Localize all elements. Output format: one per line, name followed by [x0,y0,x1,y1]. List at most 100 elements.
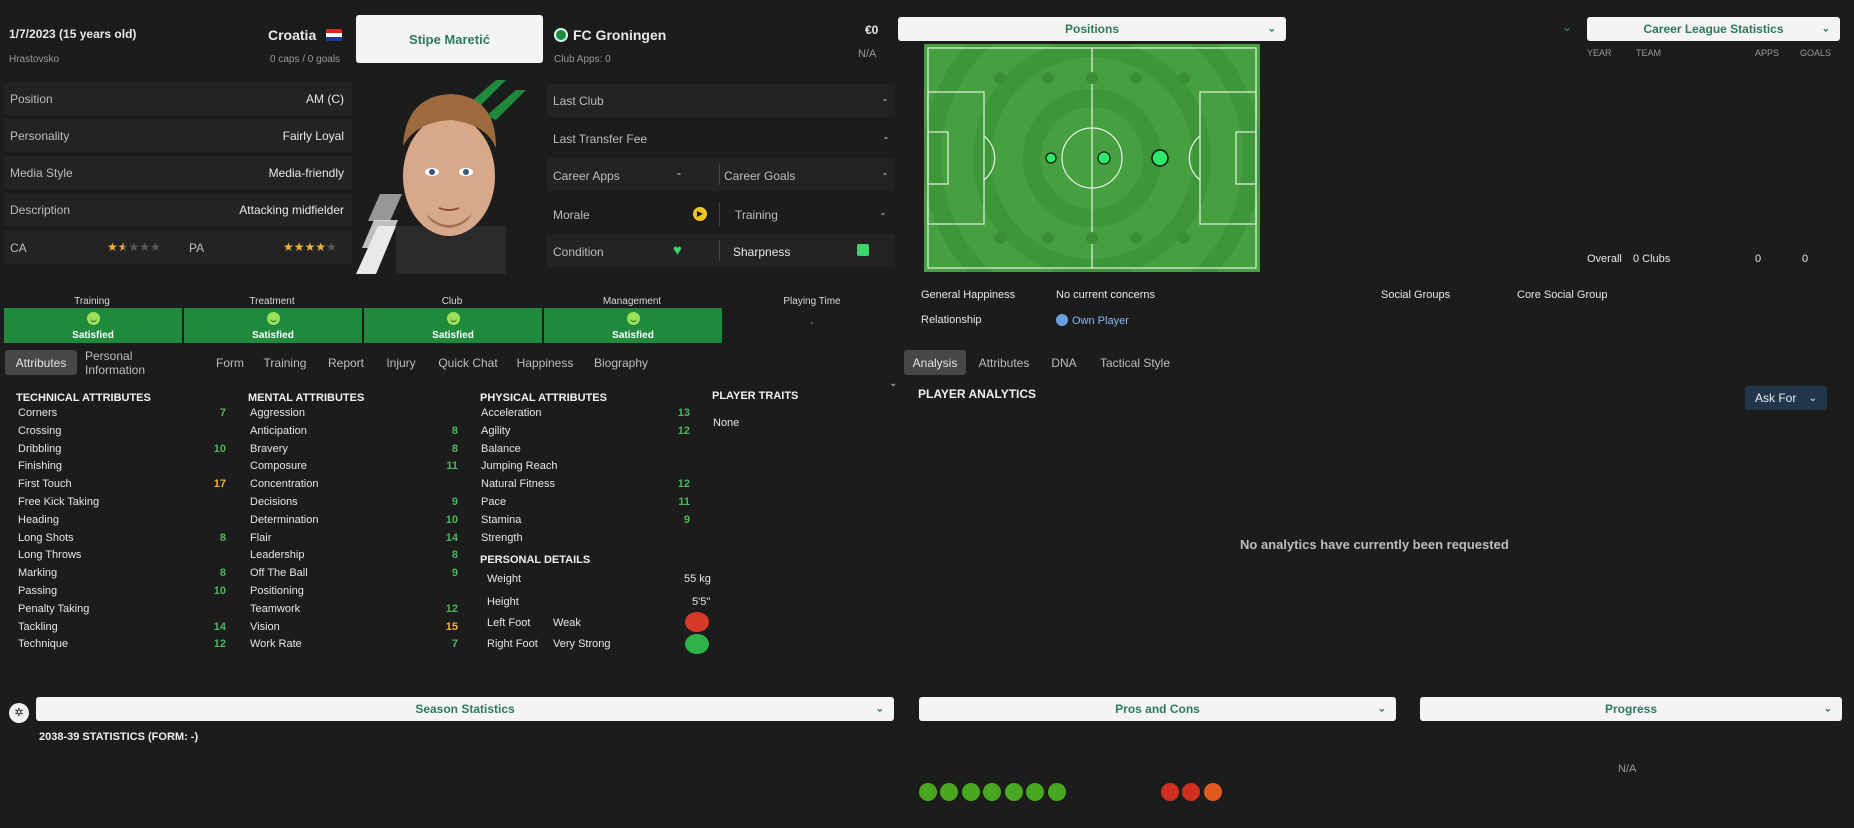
attribute-name: Acceleration [481,407,542,419]
attribute-name: Work Rate [250,638,302,651]
attribute-name: Technique [18,638,69,651]
season-stats-dropdown[interactable]: Season Statistics ⌄ [36,697,894,721]
club-badge-icon [554,28,568,42]
ask-for-button[interactable]: Ask For ⌄ [1745,386,1827,410]
tab-training[interactable]: Training [258,350,312,375]
attribute-value: 9 [683,513,690,526]
gear-icon[interactable]: ✲ [9,703,29,723]
height-value: 5'5" [692,596,711,608]
con-fitness-icon [1204,783,1222,801]
info-row-media-style: Media Style Media-friendly [4,156,352,189]
attribute-value: 12 [677,424,690,437]
con-star-icon [1182,783,1200,801]
happiness-management-cell[interactable]: Satisfied [544,308,722,343]
tab-tactical-style[interactable]: Tactical Style [1096,350,1174,375]
attribute-name: Aggression [250,407,306,419]
croatia-flag-icon [326,29,342,41]
pro-mental-icon [962,783,980,801]
pro-versatility-icon [1048,783,1066,801]
attribute-value: 7 [219,407,226,419]
overall-team: 0 Clubs [1633,253,1671,265]
player-photo [356,76,542,274]
attribute-name: Determination [250,513,319,526]
tab-report[interactable]: Report [322,350,370,375]
smile-icon [86,312,100,325]
attribute-name: Jumping Reach [481,460,558,473]
tab-personal-information[interactable]: Personal Information [85,349,195,377]
attribute-name: Anticipation [250,424,307,437]
last-club-row: Last Club - [547,84,895,117]
tab-quick-chat[interactable]: Quick Chat [434,350,502,375]
progress-value: N/A [1618,763,1637,775]
tab-injury[interactable]: Injury [381,350,421,375]
smile-icon [266,312,280,325]
career-stats-dropdown[interactable]: Career League Statistics ⌄ [1587,17,1840,41]
left-foot-label: Left Foot [487,617,531,629]
chevron-down-icon: ⌄ [1267,23,1276,35]
collapse-chevron-icon[interactable]: ⌄ [889,378,897,389]
tab-analysis[interactable]: Analysis [904,350,966,375]
attribute-name: Heading [18,513,59,526]
positions-pitch[interactable] [923,0,1261,327]
tab-form[interactable]: Form [210,350,250,375]
info-row-description: Description Attacking midfielder [4,193,352,226]
tab-right-attributes[interactable]: Attributes [974,350,1034,375]
attribute-value: 8 [451,442,458,455]
relationship-label: Relationship [921,314,982,326]
right-boot-icon [685,634,709,654]
progress-dropdown[interactable]: Progress ⌄ [1420,697,1842,721]
attribute-name: Flair [250,531,272,544]
attribute-value: 12 [677,478,690,491]
general-happiness-value: No current concerns [1056,289,1156,301]
condition-heart-icon: ♥ [673,242,682,259]
attribute-name: Bravery [250,442,288,455]
attribute-name: Vision [250,620,280,633]
attribute-value: 9 [451,496,458,508]
positions-dropdown[interactable]: Positions ⌄ [898,17,1286,41]
happiness-club-cell[interactable]: Satisfied [364,308,542,343]
smile-icon [446,312,460,325]
attribute-name: Teamwork [250,602,301,615]
ca-stars: ★★★★★ [107,240,161,254]
attribute-name: Dribbling [18,442,62,455]
social-groups-label: Social Groups [1381,289,1451,301]
transfer-fee-label: Last Transfer Fee [553,132,648,146]
attribute-name: Stamina [481,513,522,526]
relationship-value[interactable]: Own Player [1072,315,1129,327]
attribute-name: Off The Ball [250,567,308,580]
tab-biography[interactable]: Biography [590,350,652,375]
ability-row: CA ★★★★★ PA ★★★★★ [4,231,352,264]
tab-dna[interactable]: DNA [1046,350,1082,375]
morale-icon: ▶ [693,207,707,221]
happy-head-club: Club [441,296,463,307]
player-name-button[interactable]: Stipe Maretić [356,15,543,63]
happy-head-training: Training [74,296,110,307]
condition-row: Condition ♥ Sharpness [547,234,895,267]
happiness-treatment-cell[interactable]: Satisfied [184,308,362,343]
attribute-name: Corners [18,407,58,419]
club-name-link[interactable]: FC Groningen [573,27,666,43]
smile-icon [626,312,640,325]
nation-text[interactable]: Croatia [268,27,316,43]
pros-cons-dropdown[interactable]: Pros and Cons ⌄ [919,697,1396,721]
right-foot-label: Right Foot [487,638,538,650]
col-apps: APPS [1755,48,1780,58]
traits-title: PLAYER TRAITS [712,390,799,402]
attribute-name: Passing [18,585,58,597]
physical-title: PHYSICAL ATTRIBUTES [480,392,607,404]
col-goals: GOALS [1800,48,1832,58]
tab-happiness[interactable]: Happiness [514,350,576,375]
playing-time-value: - [810,318,814,329]
happiness-training-cell[interactable]: Satisfied [4,308,182,343]
transfer-fee-value: - [884,130,888,144]
attribute-value: 17 [213,478,226,491]
technical-title: TECHNICAL ATTRIBUTES [16,392,151,404]
sharpness-icon [857,244,869,256]
attribute-name: Agility [481,424,511,437]
attribute-name: Long Shots [18,531,74,544]
expand-chevron-icon[interactable]: ⌄ [1562,20,1572,34]
overall-label: Overall [1587,253,1622,265]
left-foot-value: Weak [553,617,581,629]
dob-text: 1/7/2023 (15 years old) [9,27,137,41]
tab-attributes[interactable]: Attributes [5,350,77,375]
